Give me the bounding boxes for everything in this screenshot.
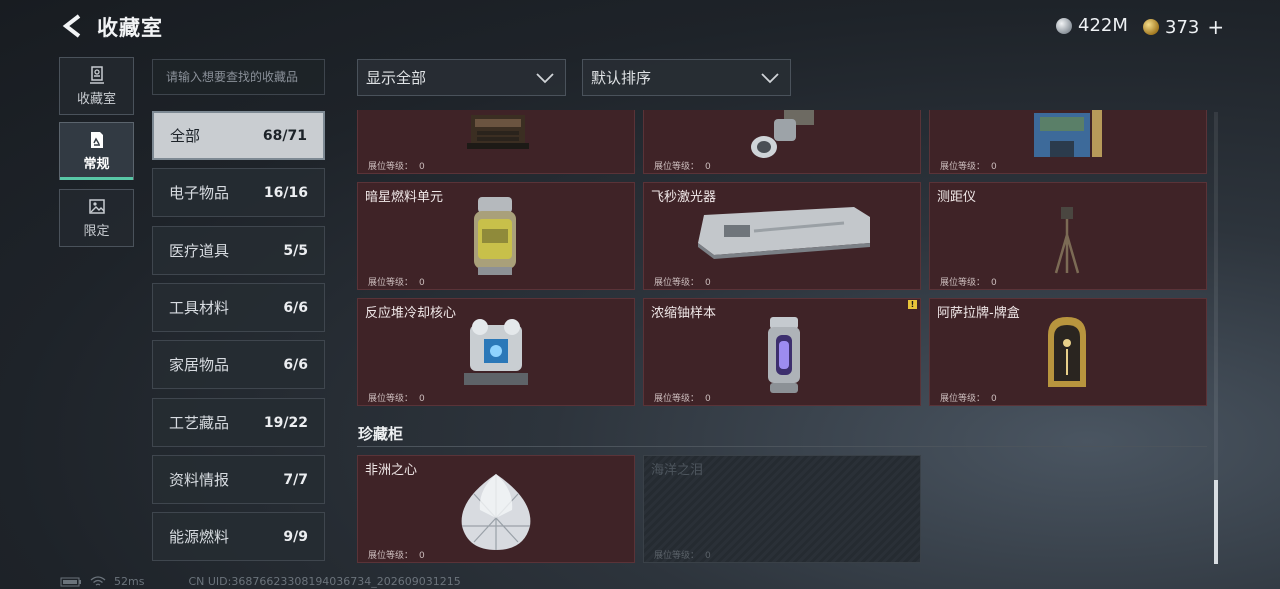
collection-card[interactable]: 展位等级： 0 xyxy=(643,110,921,174)
back-arrow-icon xyxy=(62,14,81,38)
collection-card[interactable]: 展位等级： 0 xyxy=(929,110,1207,174)
category-label: 工具材料 xyxy=(169,299,230,317)
category-count: 68/71 xyxy=(262,127,307,144)
booth-level: 展位等级： 0 xyxy=(368,278,425,288)
collection-card[interactable]: 阿萨拉牌-牌盒 展位等级： 0 xyxy=(929,298,1207,406)
picture-icon xyxy=(88,198,105,214)
add-currency-button[interactable]: + xyxy=(1207,15,1224,39)
back-button[interactable] xyxy=(60,13,84,39)
category-crafts[interactable]: 工艺藏品 19/22 xyxy=(152,398,325,447)
laser-part-icon xyxy=(751,110,814,158)
vault-icon xyxy=(89,65,104,84)
category-label: 资料情报 xyxy=(169,471,230,489)
user-uid: CN UID:36876623308194036734_202609031215 xyxy=(188,575,461,588)
status-footer: 52ms CN UID:36876623308194036734_2026090… xyxy=(60,575,461,588)
item-name: 海洋之泪 xyxy=(651,463,704,478)
machine-icon xyxy=(1034,110,1102,157)
filter-show-dropdown[interactable]: 显示全部 xyxy=(357,59,566,96)
sort-dropdown[interactable]: 默认排序 xyxy=(582,59,791,96)
chevron-down-icon xyxy=(761,72,779,83)
item-name: 阿萨拉牌-牌盒 xyxy=(937,306,1020,321)
fuel-canister-icon xyxy=(474,197,516,275)
category-count: 7/7 xyxy=(283,471,308,488)
top-bar: 收藏室 422M 373 + xyxy=(0,0,1280,52)
booth-level: 展位等级： 0 xyxy=(940,162,997,172)
category-count: 5/5 xyxy=(283,242,308,259)
booth-level: 展位等级： 0 xyxy=(654,394,711,404)
battery-icon xyxy=(60,577,81,586)
tab-limited-label: 限定 xyxy=(83,223,110,239)
tab-vault-label: 收藏室 xyxy=(76,91,116,107)
silver-coin-icon xyxy=(1056,17,1072,34)
category-electronics[interactable]: 电子物品 16/16 xyxy=(152,168,325,217)
treasure-card-locked[interactable]: 海洋之泪 展位等级： 0 xyxy=(643,455,921,563)
category-energy[interactable]: 能源燃料 9/9 xyxy=(152,512,325,561)
gold-coin-icon xyxy=(1143,19,1159,35)
item-name: 暗星燃料单元 xyxy=(365,190,444,205)
category-label: 能源燃料 xyxy=(169,528,230,546)
item-name: 反应堆冷却核心 xyxy=(365,306,457,321)
booth-level: 展位等级： 0 xyxy=(654,551,711,561)
section-title-treasure: 珍藏柜 xyxy=(358,425,404,443)
collection-card[interactable]: 测距仪 展位等级： 0 xyxy=(929,182,1207,290)
category-count: 19/22 xyxy=(263,414,308,431)
category-intel[interactable]: 资料情报 7/7 xyxy=(152,455,325,504)
category-medical[interactable]: 医疗道具 5/5 xyxy=(152,226,325,275)
category-household[interactable]: 家居物品 6/6 xyxy=(152,340,325,389)
scrollbar-thumb[interactable] xyxy=(1214,480,1218,564)
category-label: 全部 xyxy=(170,127,201,145)
collection-card[interactable]: 飞秒激光器 展位等级： 0 xyxy=(643,182,921,290)
category-label: 医疗道具 xyxy=(169,242,230,260)
search-input[interactable] xyxy=(152,59,325,95)
booth-level: 展位等级： 0 xyxy=(368,394,425,404)
ping-value: 52ms xyxy=(114,575,145,588)
category-all[interactable]: 全部 68/71 xyxy=(152,111,325,160)
category-label: 家居物品 xyxy=(169,356,230,374)
new-badge-icon: ! xyxy=(908,300,917,309)
category-label: 工艺藏品 xyxy=(169,414,230,432)
diamond-icon xyxy=(461,474,531,550)
tab-vault[interactable]: 收藏室 xyxy=(59,57,134,115)
page-title: 收藏室 xyxy=(97,16,163,40)
category-tools[interactable]: 工具材料 6/6 xyxy=(152,283,325,332)
uranium-capsule-icon xyxy=(768,317,800,393)
category-count: 6/6 xyxy=(283,356,308,373)
tab-regular-label: 常规 xyxy=(83,156,110,172)
booth-level: 展位等级： 0 xyxy=(940,394,997,404)
item-name: 非洲之心 xyxy=(365,463,418,478)
collection-card[interactable]: 暗星燃料单元 展位等级： 0 xyxy=(357,182,635,290)
chevron-down-icon xyxy=(536,72,554,83)
tripod-icon xyxy=(1054,207,1080,274)
collection-card[interactable]: 浓缩铀样本 ! 展位等级： 0 xyxy=(643,298,921,406)
gold-amount: 373 xyxy=(1165,16,1200,38)
tab-regular[interactable]: 常规 xyxy=(59,122,134,180)
silver-amount: 422M xyxy=(1078,15,1128,36)
wifi-icon xyxy=(90,575,106,586)
gold-currency[interactable]: 373 + xyxy=(1143,15,1224,39)
category-count: 9/9 xyxy=(283,528,308,545)
category-label: 电子物品 xyxy=(169,184,230,202)
category-count: 16/16 xyxy=(263,184,308,201)
booth-level: 展位等级： 0 xyxy=(654,278,711,288)
tab-limited[interactable]: 限定 xyxy=(59,189,134,247)
typewriter-icon xyxy=(467,115,529,149)
divider xyxy=(357,446,1207,447)
document-icon xyxy=(90,131,103,148)
category-count: 6/6 xyxy=(283,299,308,316)
laser-box-icon xyxy=(698,207,870,259)
item-name: 测距仪 xyxy=(937,190,977,205)
card-box-icon xyxy=(1048,317,1086,387)
booth-level: 展位等级： 0 xyxy=(368,551,425,561)
item-name: 浓缩铀样本 xyxy=(651,306,717,321)
reactor-core-icon xyxy=(464,319,528,385)
booth-level: 展位等级： 0 xyxy=(368,162,425,172)
collection-card[interactable]: 反应堆冷却核心 展位等级： 0 xyxy=(357,298,635,406)
collection-card[interactable]: 展位等级： 0 xyxy=(357,110,635,174)
booth-level: 展位等级： 0 xyxy=(654,162,711,172)
filter-show-value: 显示全部 xyxy=(366,69,427,87)
sort-value: 默认排序 xyxy=(591,69,652,87)
treasure-card[interactable]: 非洲之心 展位等级： 0 xyxy=(357,455,635,563)
silver-currency[interactable]: 422M xyxy=(1056,15,1128,36)
booth-level: 展位等级： 0 xyxy=(940,278,997,288)
